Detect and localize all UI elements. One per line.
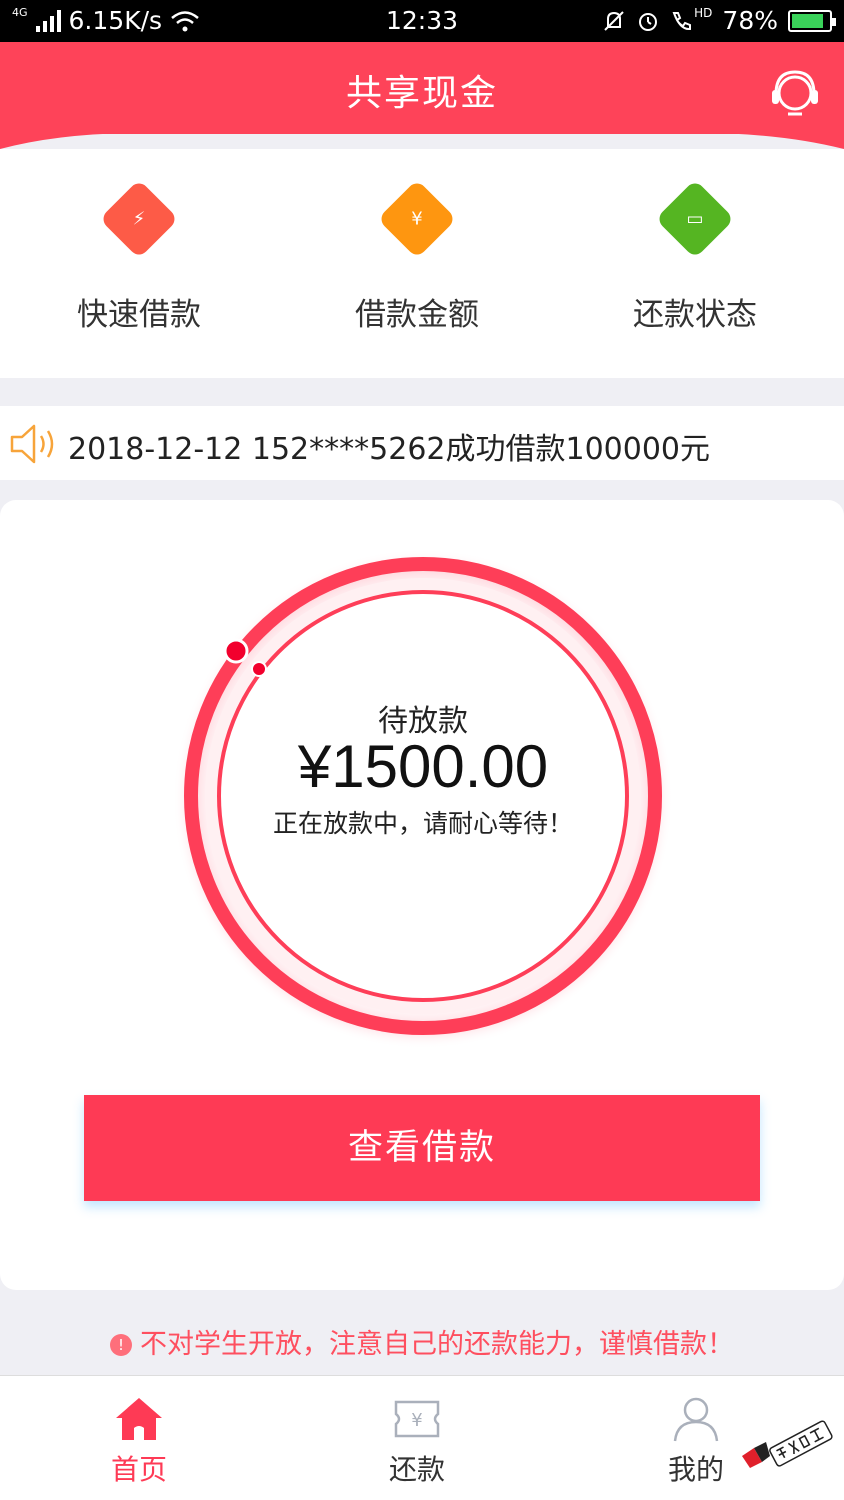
page-title: 共享现金 bbox=[345, 73, 498, 114]
quick-item-repay-status[interactable]: ▭ 还款状态 bbox=[595, 179, 795, 334]
loan-amount: ¥1500.00 bbox=[297, 733, 549, 800]
quick-glyph: ¥ bbox=[411, 208, 423, 230]
hd-call-icon bbox=[672, 11, 692, 30]
card-icon: ▭ bbox=[655, 179, 735, 259]
svg-text:¥: ¥ bbox=[411, 1410, 422, 1431]
alarm-icon bbox=[639, 12, 658, 31]
notice-text: 2018-12-12 152****5262成功借款100000元 bbox=[68, 432, 711, 467]
quick-menu: ⚡ 快速借款 ¥ 借款金额 ▭ 还款状态 bbox=[0, 149, 844, 378]
quick-item-label: 快速借款 bbox=[77, 297, 201, 333]
quick-item-fast-loan[interactable]: ⚡ 快速借款 bbox=[39, 179, 239, 334]
repay-ticket-icon: ¥ bbox=[394, 1400, 440, 1438]
speaker-icon bbox=[10, 424, 54, 464]
student-warning: ! 不对学生开放，注意自己的还款能力，谨慎借款！ bbox=[0, 1322, 844, 1361]
battery-percent: 78% bbox=[722, 6, 778, 35]
quick-item-loan-amount[interactable]: ¥ 借款金额 bbox=[317, 179, 517, 334]
quick-glyph: ⚡ bbox=[132, 208, 146, 230]
mute-bell-icon bbox=[604, 10, 624, 31]
home-icon bbox=[116, 1398, 162, 1440]
header-curve bbox=[0, 133, 844, 149]
tab-home[interactable]: 首页 bbox=[69, 1396, 209, 1488]
tab-label: 还款 bbox=[388, 1453, 445, 1486]
battery-icon bbox=[788, 9, 836, 32]
user-icon bbox=[673, 1397, 719, 1442]
loan-status-card: 待放款 ¥1500.00 正在放款中，请耐心等待！ 查看借款 bbox=[0, 500, 844, 1290]
lightning-icon: ⚡ bbox=[99, 179, 179, 259]
bottom-tab-bar: 首页 ¥ 还款 我的 bbox=[0, 1375, 844, 1500]
quick-item-label: 还款状态 bbox=[633, 297, 757, 333]
tab-repay[interactable]: ¥ 还款 bbox=[347, 1396, 487, 1488]
yen-diamond-icon: ¥ bbox=[377, 179, 457, 259]
status-bar: 4G 6.15K/s 12:33 HD 78% bbox=[0, 0, 844, 42]
quick-glyph: ▭ bbox=[686, 208, 704, 230]
customer-service-icon[interactable] bbox=[768, 64, 822, 118]
quick-item-label: 借款金额 bbox=[355, 297, 479, 333]
view-loan-button[interactable]: 查看借款 bbox=[84, 1095, 760, 1201]
loan-notice-bar: 2018-12-12 152****5262成功借款100000元 bbox=[0, 406, 844, 480]
loan-status-message: 正在放款中，请耐心等待！ bbox=[272, 809, 573, 838]
hd-label: HD bbox=[694, 5, 713, 20]
warning-text: 不对学生开放，注意自己的还款能力，谨慎借款！ bbox=[140, 1329, 734, 1360]
watermark-logo bbox=[742, 1420, 833, 1468]
app-header: 共享现金 bbox=[0, 42, 844, 134]
loan-progress-ring: 待放款 ¥1500.00 正在放款中，请耐心等待！ bbox=[170, 546, 676, 1052]
alert-icon: ! bbox=[110, 1334, 132, 1356]
tab-label: 首页 bbox=[110, 1453, 167, 1486]
